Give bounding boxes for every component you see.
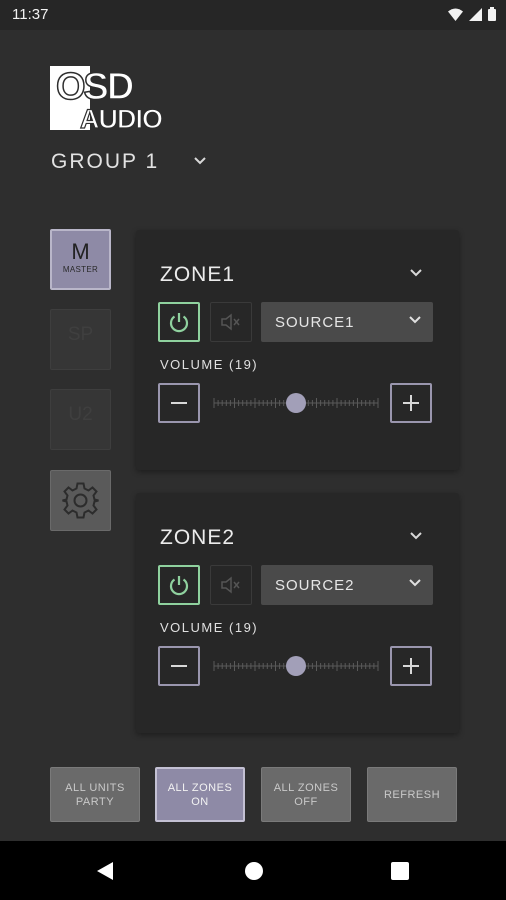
volume-label: VOLUME (19)	[160, 357, 259, 372]
status-bar: 11:37	[0, 0, 506, 30]
all-zones-off-label: ALL ZONES OFF	[273, 781, 339, 808]
zone-card-2: ZONE2 SOURCE2 VOLUME (19)	[136, 493, 459, 733]
status-time: 11:37	[12, 6, 49, 23]
speaker-mute-icon	[221, 313, 240, 331]
logo-line1: OSD	[56, 66, 133, 108]
volume-up-button[interactable]	[390, 646, 432, 686]
navigation-bar	[0, 841, 506, 900]
speaker-mute-icon	[221, 576, 240, 594]
logo-line2: AUDIO	[80, 104, 162, 130]
status-icons	[448, 7, 496, 21]
source-dropdown[interactable]: SOURCE2	[261, 565, 433, 605]
mute-button[interactable]	[210, 565, 252, 605]
recents-icon[interactable]	[391, 862, 409, 880]
group-selector[interactable]: GROUP 1	[51, 150, 207, 174]
zone-title: ZONE2	[160, 526, 236, 549]
all-units-party-button[interactable]: ALL UNITS PARTY	[50, 767, 140, 822]
battery-icon	[488, 7, 496, 21]
unit-button-disabled[interactable]: U2	[50, 389, 111, 450]
all-zones-off-button[interactable]: ALL ZONES OFF	[261, 767, 351, 822]
volume-down-button[interactable]	[158, 646, 200, 686]
volume-up-button[interactable]	[390, 383, 432, 423]
volume-down-button[interactable]	[158, 383, 200, 423]
chevron-down-icon[interactable]	[409, 531, 423, 540]
chevron-down-icon	[409, 316, 421, 324]
power-button[interactable]	[158, 565, 200, 605]
slider-thumb[interactable]	[286, 656, 306, 676]
chevron-down-icon	[194, 156, 206, 164]
volume-slider[interactable]	[212, 390, 380, 416]
mute-button[interactable]	[210, 302, 252, 342]
power-icon	[169, 313, 189, 333]
minus-icon	[171, 402, 187, 404]
minus-icon	[171, 665, 187, 667]
source-dropdown[interactable]: SOURCE1	[261, 302, 433, 342]
slider-thumb[interactable]	[286, 393, 306, 413]
zone-title: ZONE1	[160, 263, 236, 286]
speaker-button-disabled[interactable]: SP	[50, 309, 111, 370]
signal-icon	[469, 7, 482, 21]
source-label: SOURCE1	[275, 314, 355, 331]
volume-slider[interactable]	[212, 653, 380, 679]
home-icon[interactable]	[244, 861, 264, 881]
zone-card-1: ZONE1 SOURCE1 VOLUME (19)	[136, 230, 459, 470]
refresh-label: REFRESH	[383, 788, 441, 801]
power-icon	[169, 576, 189, 596]
group-label: GROUP 1	[51, 150, 160, 173]
osd-audio-logo: OSD AUDIO	[50, 66, 164, 130]
power-button[interactable]	[158, 302, 200, 342]
chevron-down-icon	[409, 579, 421, 587]
plus-icon	[403, 658, 419, 674]
source-label: SOURCE2	[275, 577, 355, 594]
plus-icon	[403, 395, 419, 411]
master-button[interactable]: M MASTER	[50, 229, 111, 290]
gear-icon	[62, 482, 99, 519]
all-units-party-label: ALL UNITS PARTY	[65, 781, 125, 808]
settings-button[interactable]	[50, 470, 111, 531]
all-zones-on-button[interactable]: ALL ZONES ON	[155, 767, 245, 822]
speaker-button-ghost-label: SP	[67, 324, 94, 345]
wifi-icon	[448, 8, 463, 21]
volume-label: VOLUME (19)	[160, 620, 259, 635]
chevron-down-icon[interactable]	[409, 268, 423, 277]
back-icon[interactable]	[96, 861, 114, 881]
refresh-button[interactable]: REFRESH	[367, 767, 457, 822]
master-letter: M	[71, 239, 90, 264]
all-zones-on-label: ALL ZONES ON	[167, 781, 233, 808]
master-caption: MASTER	[62, 265, 99, 274]
unit-button-ghost-label: U2	[68, 404, 93, 425]
